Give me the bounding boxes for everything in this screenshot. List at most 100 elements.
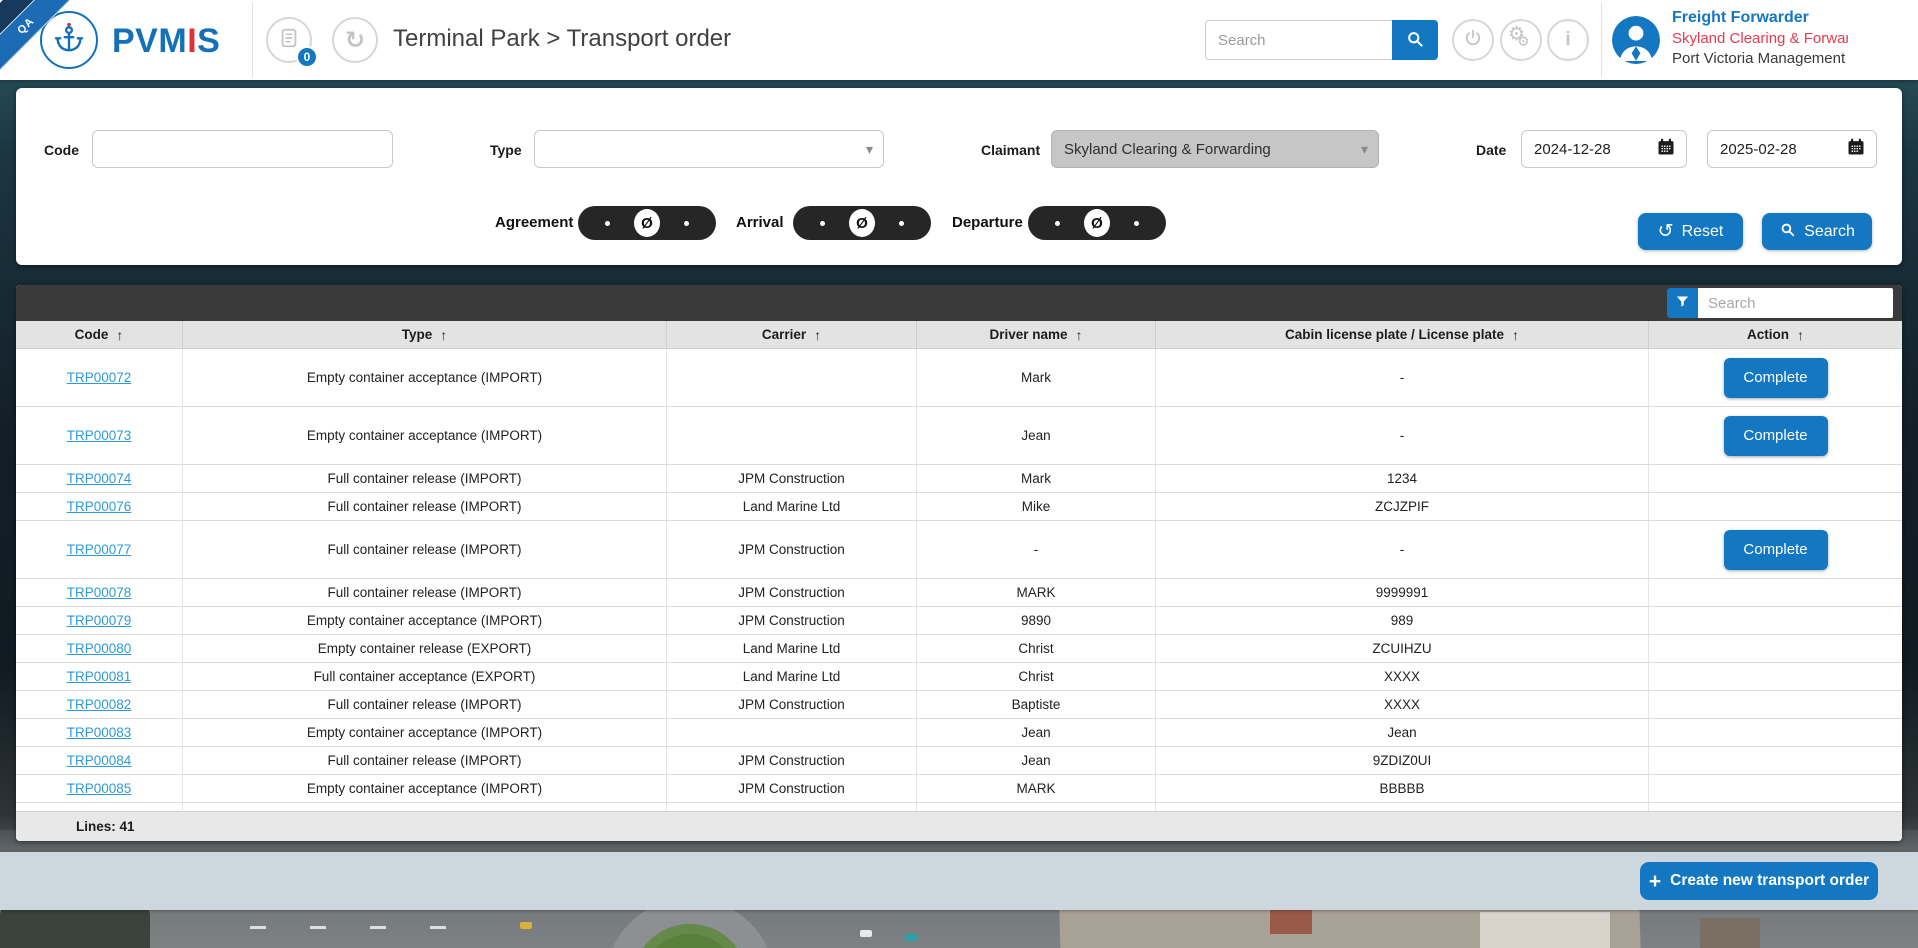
departure-toggle[interactable]: Ø (1028, 206, 1166, 240)
logout-button[interactable] (1452, 19, 1494, 61)
cell-plate: BBBBB (1156, 775, 1649, 802)
calendar-icon[interactable] (1656, 137, 1676, 162)
column-header-action[interactable]: Action↑ (1649, 321, 1902, 348)
funnel-icon (1675, 294, 1690, 312)
column-header-carrier[interactable]: Carrier↑ (667, 321, 917, 348)
cell-action: Complete (1649, 349, 1902, 406)
arrival-toggle[interactable]: Ø (793, 206, 931, 240)
complete-button[interactable]: Complete (1724, 358, 1828, 398)
order-code-link[interactable]: TRP00074 (67, 471, 132, 486)
date-to-input[interactable] (1720, 141, 1820, 158)
order-code-link[interactable]: TRP00077 (67, 542, 132, 557)
search-icon (1779, 221, 1796, 243)
column-header-type[interactable]: Type↑ (183, 321, 667, 348)
type-filter-select[interactable]: ▾ (534, 130, 884, 168)
cell-plate: 1234 (1156, 465, 1649, 492)
cell-plate: XXXX (1156, 691, 1649, 718)
info-button[interactable]: i (1547, 19, 1589, 61)
column-header-code[interactable]: Code↑ (16, 321, 183, 348)
departure-toggle-label: Departure (952, 214, 1023, 231)
cell-code: TRP00083 (16, 719, 183, 746)
agreement-toggle-label: Agreement (495, 214, 573, 231)
notification-badge: 0 (296, 46, 318, 68)
order-code-link[interactable]: TRP00078 (67, 585, 132, 600)
cell-action (1649, 607, 1902, 634)
chevron-down-icon: ▾ (866, 141, 873, 158)
cell-action: Complete (1649, 407, 1902, 464)
table-header-row: Code↑ Type↑ Carrier↑ Driver name↑ Cabin … (16, 321, 1902, 349)
undo-icon: ↺ (1658, 220, 1674, 243)
table-row-partial (16, 803, 1902, 811)
toggle-dot (1134, 221, 1139, 226)
claimant-filter-select: Skyland Clearing & Forwarding ▾ (1051, 130, 1379, 168)
column-header-license-plate[interactable]: Cabin license plate / License plate↑ (1156, 321, 1649, 348)
cell-plate: 9999991 (1156, 579, 1649, 606)
cell-action (1649, 635, 1902, 662)
settings-button[interactable]: ⚙⚙ (1500, 19, 1542, 61)
header-search-input[interactable] (1205, 20, 1392, 60)
person-icon (1612, 51, 1660, 64)
complete-button[interactable]: Complete (1724, 416, 1828, 456)
order-code-link[interactable]: TRP00073 (67, 428, 132, 443)
toggle-dot (605, 221, 610, 226)
transport-orders-panel: Code↑ Type↑ Carrier↑ Driver name↑ Cabin … (16, 285, 1902, 841)
cell-code: TRP00073 (16, 407, 183, 464)
order-code-link[interactable]: TRP00082 (67, 697, 132, 712)
filter-search-button[interactable]: Search (1762, 213, 1872, 250)
order-code-link[interactable]: TRP00079 (67, 613, 132, 628)
document-icon (278, 27, 300, 54)
toggle-knob-null: Ø (634, 209, 660, 237)
order-code-link[interactable]: TRP00083 (67, 725, 132, 740)
order-code-link[interactable]: TRP00072 (67, 370, 132, 385)
calendar-icon[interactable] (1846, 137, 1866, 162)
cell-type: Full container release (IMPORT) (183, 521, 667, 578)
sort-asc-icon: ↑ (440, 327, 447, 343)
order-code-link[interactable]: TRP00084 (67, 753, 132, 768)
reset-button[interactable]: ↺ Reset (1638, 213, 1743, 250)
cell-carrier (667, 719, 917, 746)
claimant-filter-label: Claimant (981, 142, 1040, 158)
order-code-link[interactable]: TRP00080 (67, 641, 132, 656)
cell-type: Full container release (IMPORT) (183, 579, 667, 606)
chevron-down-icon: ▾ (1361, 141, 1368, 158)
cell-driver: Christ (917, 663, 1156, 690)
refresh-button[interactable]: ↻ (332, 17, 378, 63)
order-code-link[interactable]: TRP00085 (67, 781, 132, 796)
table-search-input[interactable] (1698, 288, 1893, 318)
complete-button[interactable]: Complete (1724, 530, 1828, 570)
brand-wordmark: PVMIS (112, 22, 220, 61)
toggle-dot (1055, 221, 1060, 226)
table-filter-button[interactable] (1667, 288, 1698, 318)
cell-plate: - (1156, 407, 1649, 464)
cell-type: Empty container release (EXPORT) (183, 635, 667, 662)
create-transport-order-button[interactable]: + Create new transport order (1640, 862, 1878, 900)
cell-carrier: JPM Construction (667, 607, 917, 634)
table-row: TRP00081 Full container acceptance (EXPO… (16, 663, 1902, 691)
date-from-input[interactable] (1534, 141, 1634, 158)
top-header-bar: PVMIS 0 ↻ Terminal Park > Transport orde… (0, 0, 1918, 80)
cell-code: TRP00080 (16, 635, 183, 662)
cell-type: Full container release (IMPORT) (183, 465, 667, 492)
agreement-toggle[interactable]: Ø (578, 206, 716, 240)
column-header-driver-name[interactable]: Driver name↑ (917, 321, 1156, 348)
search-icon (1405, 29, 1425, 52)
sort-asc-icon: ↑ (1512, 327, 1519, 343)
cell-code: TRP00072 (16, 349, 183, 406)
app-logo (40, 11, 98, 69)
code-filter-input[interactable] (92, 130, 393, 168)
cell-code: TRP00079 (16, 607, 183, 634)
table-row: TRP00080 Empty container release (EXPORT… (16, 635, 1902, 663)
cell-driver: MARK (917, 579, 1156, 606)
order-code-link[interactable]: TRP00081 (67, 669, 132, 684)
cell-driver: Mark (917, 465, 1156, 492)
bg-trees (0, 905, 150, 948)
header-search-button[interactable] (1392, 20, 1438, 60)
cell-action (1649, 663, 1902, 690)
cell-code: TRP00078 (16, 579, 183, 606)
order-code-link[interactable]: TRP00076 (67, 499, 132, 514)
user-avatar[interactable] (1612, 16, 1660, 64)
cell-code: TRP00076 (16, 493, 183, 520)
arrival-toggle-label: Arrival (736, 214, 784, 231)
cell-carrier: JPM Construction (667, 465, 917, 492)
user-company: Port Victoria Management (1672, 49, 1848, 70)
